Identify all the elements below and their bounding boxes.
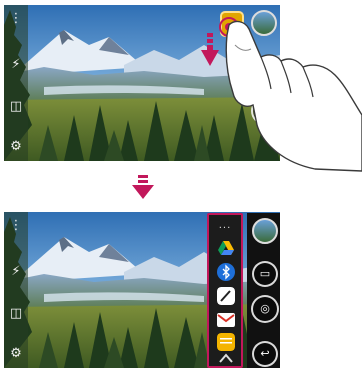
flash-off-icon[interactable]: ⚡ [8, 264, 24, 280]
hand-gesture-illustration [219, 17, 362, 172]
settings-icon[interactable]: ⚙ [8, 346, 24, 362]
google-drive-icon[interactable] [217, 239, 235, 257]
timer-icon[interactable]: ◫ [8, 99, 24, 115]
more-icon[interactable]: ⋮ [8, 11, 24, 27]
flash-off-icon[interactable]: ⚡ [8, 57, 24, 73]
timer-icon[interactable]: ◫ [8, 306, 24, 322]
back-button[interactable]: ↩ [252, 341, 278, 367]
gmail-icon[interactable] [217, 311, 235, 329]
camera-right-toolbar: ▭ ◎ ↩ [247, 213, 280, 368]
panel-menu-icon[interactable]: ... [209, 221, 241, 231]
camera-left-toolbar: ⋮ ⚡ ◫ ⚙ [4, 5, 28, 161]
collapse-chevron-up-icon[interactable] [217, 351, 235, 365]
pen-note-icon[interactable] [217, 287, 235, 305]
video-record-button[interactable]: ▭ [252, 261, 278, 287]
more-icon[interactable]: ⋮ [8, 218, 24, 234]
bluetooth-icon[interactable] [217, 263, 235, 281]
floating-shortcut-panel: ... [207, 213, 243, 368]
settings-icon[interactable]: ⚙ [8, 139, 24, 155]
memo-icon[interactable] [217, 333, 235, 351]
shutter-button[interactable]: ◎ [251, 295, 279, 323]
camera-left-toolbar: ⋮ ⚡ ◫ ⚙ [4, 212, 28, 368]
gallery-thumbnail[interactable] [252, 218, 278, 244]
transition-down-arrow-icon [132, 175, 154, 199]
